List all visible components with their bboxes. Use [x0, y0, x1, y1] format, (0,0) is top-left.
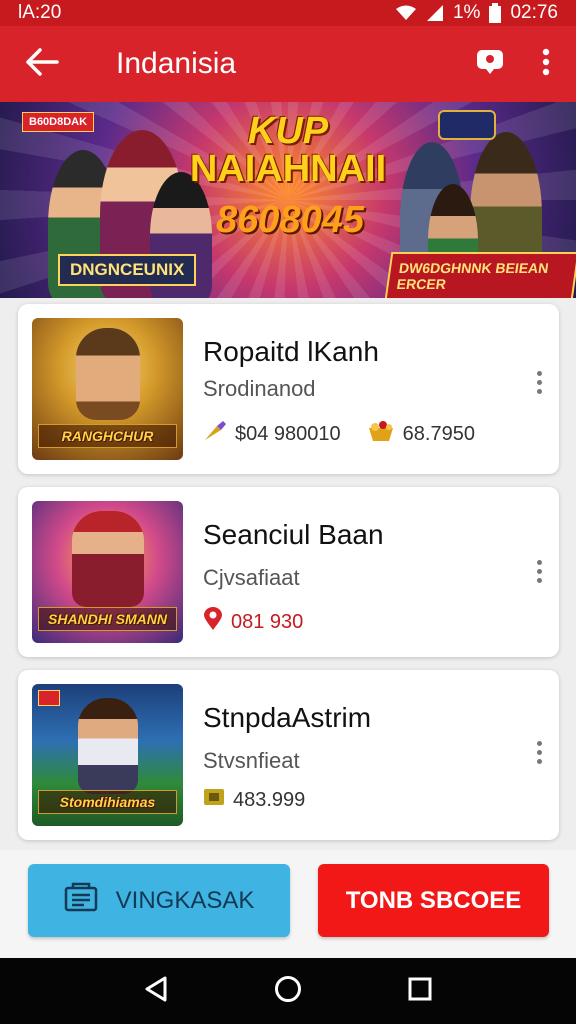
nav-back-button[interactable]	[136, 971, 176, 1011]
more-vertical-icon	[536, 740, 542, 746]
game-thumbnail: SHANDHI SMANN	[32, 501, 183, 643]
kebab-dot	[536, 758, 542, 764]
app-bar: Indanisia	[0, 26, 576, 102]
primary-action-label: VINGKASAK	[115, 886, 255, 914]
page-title: Indanisia	[116, 47, 237, 80]
thumbnail-character	[76, 328, 140, 420]
stat-1-value: $04 980010	[235, 422, 341, 445]
triangle-back-icon	[143, 975, 169, 1008]
game-stats: 483.999	[203, 788, 305, 812]
more-vertical-icon	[536, 370, 542, 376]
battery-percent: 1%	[452, 2, 481, 23]
kebab-dot	[536, 379, 542, 385]
treasure-icon	[367, 420, 395, 448]
status-time: 02:76	[510, 2, 558, 23]
card-menu-button[interactable]	[529, 734, 549, 770]
system-nav-bar	[0, 958, 576, 1024]
thumbnail-title: Stomdihiamas	[38, 790, 177, 814]
location-pin-icon	[203, 607, 223, 637]
banner-right-label: DW6DGHNNK BEIEAN ERCER	[384, 252, 576, 298]
banner-headline-1: KUP	[247, 110, 329, 152]
signal-icon	[425, 5, 445, 21]
kebab-dot	[536, 568, 542, 574]
banner-headline-2: NAIAHNAII	[189, 148, 387, 190]
nav-home-button[interactable]	[268, 971, 308, 1011]
thumbnail-badge	[38, 690, 60, 706]
banner-emblem	[438, 110, 496, 140]
stat-2: 68.7950	[367, 420, 475, 448]
more-vertical-icon	[536, 559, 542, 565]
circle-home-icon	[274, 975, 302, 1008]
game-stats: $04 980010 68.7950	[203, 420, 475, 448]
ticket-icon	[203, 788, 225, 812]
danger-action-label: TONB SBCOEE	[345, 886, 522, 914]
game-stats: 081 930	[203, 607, 303, 637]
stat-1-value: 483.999	[233, 788, 306, 811]
game-card[interactable]: RANGHCHUR Ropaitd lKanh Srodinanod $04 9…	[18, 304, 559, 474]
primary-action-button[interactable]: VINGKASAK	[28, 864, 290, 937]
banner-tag: B60D8DAK	[22, 112, 95, 132]
banner-number: 8608045	[216, 199, 364, 241]
thumbnail-title: RANGHCHUR	[38, 424, 177, 448]
stat-1: $04 980010	[203, 420, 341, 448]
game-title: Ropaitd lKanh	[203, 336, 379, 367]
game-subtitle: Srodinanod	[203, 376, 316, 401]
action-bar: VINGKASAK TONB SBCOEE	[0, 850, 576, 958]
banner-left-label: DNGNCEUNIX	[58, 254, 197, 286]
thumbnail-character	[72, 511, 144, 607]
list-box-icon	[64, 882, 98, 919]
wifi-icon	[395, 5, 417, 21]
status-left-text: lA:20	[18, 2, 62, 23]
status-bar: lA:20 1% 02:76	[0, 0, 576, 26]
game-title: StnpdaAstrim	[203, 702, 372, 733]
stat-1: 483.999	[203, 788, 305, 812]
game-card[interactable]: Stomdihiamas StnpdaAstrim Stvsnfieat 483…	[18, 670, 559, 840]
status-icons: 1% 02:76	[395, 2, 558, 24]
kebab-dot	[536, 577, 542, 583]
danger-action-button[interactable]: TONB SBCOEE	[318, 864, 549, 937]
more-vertical-icon	[542, 48, 550, 81]
kebab-dot	[536, 388, 542, 394]
back-button[interactable]	[0, 26, 84, 102]
stat-2-value: 68.7950	[402, 422, 475, 445]
game-card[interactable]: SHANDHI SMANN Seanciul Baan Cjvsafiaat 0…	[18, 487, 559, 657]
arrow-left-icon	[25, 47, 59, 82]
thumbnail-title: SHANDHI SMANN	[38, 607, 177, 631]
stat-1-value: 081 930	[231, 610, 304, 633]
chat-button[interactable]	[464, 26, 516, 102]
game-subtitle: Stvsnfieat	[203, 748, 300, 773]
thumbnail-character	[78, 698, 138, 794]
game-thumbnail: RANGHCHUR	[32, 318, 183, 460]
game-title: Seanciul Baan	[203, 519, 384, 550]
promo-banner[interactable]: B60D8DAK KUP NAIAHNAII 8608045 DNGNCEUNI…	[0, 102, 576, 298]
chat-bubble-icon	[476, 49, 504, 80]
game-thumbnail: Stomdihiamas	[32, 684, 183, 826]
square-recents-icon	[407, 976, 433, 1007]
nav-recents-button[interactable]	[400, 971, 440, 1011]
stat-1: 081 930	[203, 607, 303, 637]
more-options-button[interactable]	[520, 26, 572, 102]
kebab-dot	[536, 749, 542, 755]
game-subtitle: Cjvsafiaat	[203, 565, 300, 590]
battery-icon	[488, 3, 502, 23]
trophy-icon	[203, 420, 227, 448]
card-menu-button[interactable]	[529, 364, 549, 400]
card-menu-button[interactable]	[529, 553, 549, 589]
